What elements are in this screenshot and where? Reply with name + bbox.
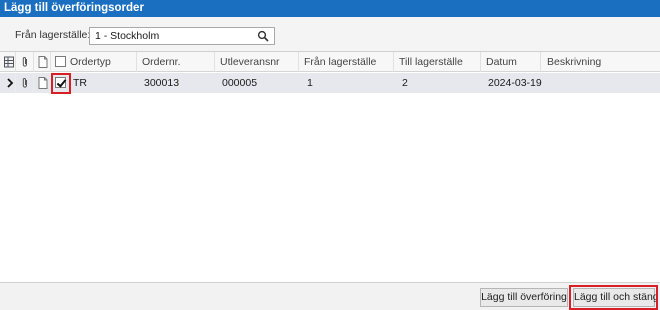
window-titlebar: Lägg till överföringsorder: [0, 0, 660, 17]
select-all-checkbox[interactable]: [55, 56, 66, 67]
cell-ordertyp: TR: [73, 77, 87, 89]
cell-utleveransnr: 000005: [222, 77, 258, 89]
cell-ordernr: 300013: [144, 77, 180, 89]
button-highlight: [569, 285, 658, 310]
filter-bar: Från lagerställe: 1 - Stockholm: [0, 17, 660, 51]
col-utleveransnr[interactable]: Utleveransnr: [220, 52, 280, 72]
grid-settings-icon[interactable]: [4, 56, 14, 68]
search-icon[interactable]: [257, 30, 269, 42]
attachment-icon: [22, 57, 27, 67]
cell-datum: 2024-03-19: [488, 77, 542, 89]
cell-fran-lagerstalle: 1: [307, 77, 313, 89]
grid-header: Ordertyp Ordernr. Utleveransnr Från lage…: [0, 52, 660, 72]
from-warehouse-selector[interactable]: 1 - Stockholm: [89, 27, 275, 45]
col-ordernr[interactable]: Ordernr.: [142, 52, 181, 72]
row-attachment-icon[interactable]: [20, 77, 30, 89]
col-datum[interactable]: Datum: [486, 52, 517, 72]
cell-till-lagerstalle: 2: [402, 77, 408, 89]
col-ordertyp[interactable]: Ordertyp: [70, 52, 111, 72]
from-warehouse-label: Från lagerställe:: [15, 29, 91, 41]
transfer-order-grid: Ordertyp Ordernr. Utleveransnr Från lage…: [0, 51, 660, 282]
row-note-icon[interactable]: [38, 77, 48, 89]
note-icon: [38, 56, 48, 68]
window-title: Lägg till överföringsorder: [4, 2, 144, 14]
dialog-footer: Lägg till överföring Lägg till och stäng: [0, 282, 660, 310]
row-selector-arrow-icon: [7, 78, 14, 88]
col-till-lagerstalle[interactable]: Till lagerställe: [399, 52, 463, 72]
col-fran-lagerstalle[interactable]: Från lagerställe: [304, 52, 376, 72]
col-beskrivning[interactable]: Beskrivning: [547, 52, 601, 72]
checkbox-highlight: [51, 73, 71, 94]
table-row[interactable]: TR 300013 000005 1 2 2024-03-19: [0, 73, 660, 94]
add-transfer-button[interactable]: Lägg till överföring: [480, 288, 568, 307]
from-warehouse-value: 1 - Stockholm: [95, 30, 160, 42]
